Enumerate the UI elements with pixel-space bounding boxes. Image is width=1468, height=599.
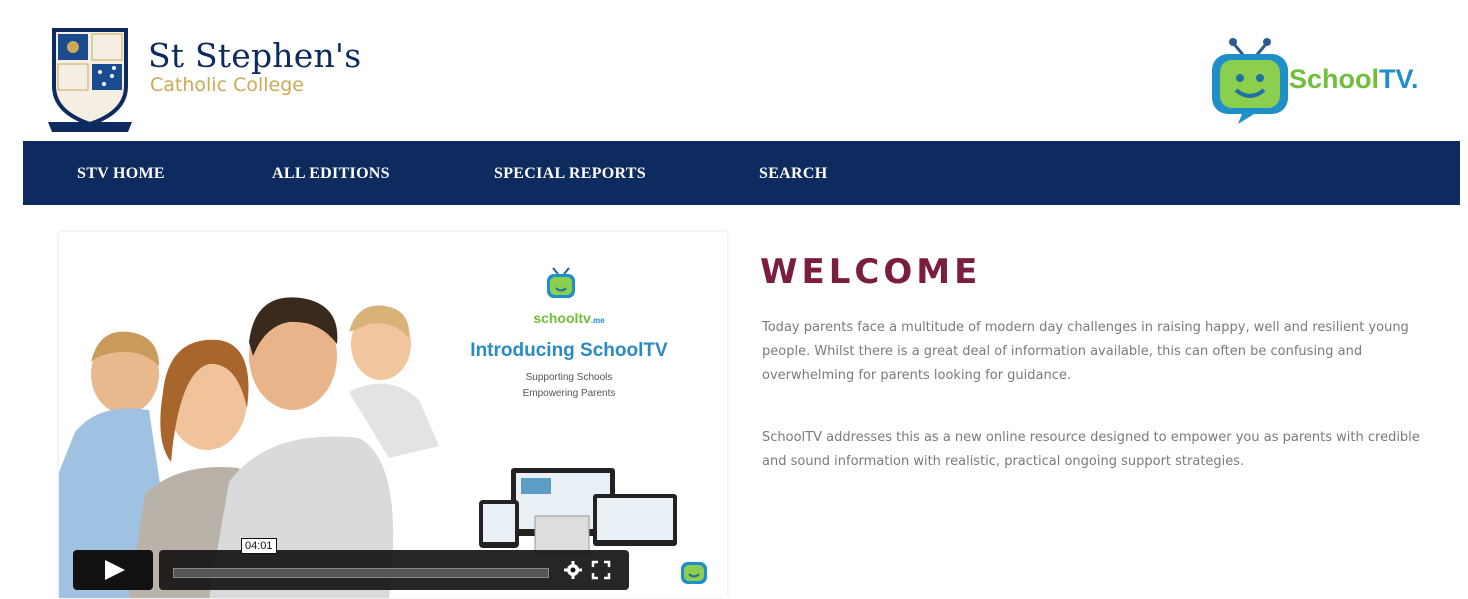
site-header: St Stephen's Catholic College SchoolTV. [0, 0, 1468, 140]
school-name-line1: St Stephen's [148, 36, 362, 75]
promo-text: schooltv.me Introducing SchoolTV Support… [439, 262, 699, 402]
fullscreen-icon[interactable] [591, 560, 611, 580]
video-player[interactable]: schooltv.me Introducing SchoolTV Support… [59, 232, 727, 598]
welcome-title: WELCOME [760, 252, 982, 292]
promo-tagline: Supporting Schools Empowering Parents [439, 370, 699, 402]
tv-mascot-badge-icon [681, 562, 707, 584]
school-crest-icon[interactable] [44, 24, 136, 136]
play-icon [105, 560, 125, 580]
nav-stv-home[interactable]: STV HOME [77, 141, 165, 207]
promo-brand: schooltv.me [439, 310, 699, 326]
welcome-paragraph-2: SchoolTV addresses this as a new online … [762, 430, 1420, 469]
video-controls: 04:01 [73, 538, 629, 590]
gear-icon[interactable] [563, 560, 583, 580]
welcome-paragraph-1: Today parents face a multitude of modern… [762, 320, 1409, 383]
schooltv-logo-part-b: TV. [1379, 64, 1419, 94]
schooltv-logo-text[interactable]: SchoolTV. [1289, 64, 1419, 95]
school-name-line2: Catholic College [150, 74, 304, 96]
school-name[interactable]: St Stephen's Catholic College [148, 36, 362, 97]
nav-all-editions[interactable]: ALL EDITIONS [272, 141, 390, 207]
schooltv-logo-part-a: School [1289, 64, 1380, 94]
promo-brand-name: schooltv [533, 310, 591, 326]
promo-brand-suffix: .me [590, 316, 605, 325]
progress-track[interactable] [173, 568, 549, 578]
promo-line-1: Supporting Schools [525, 372, 613, 383]
promo-line-2: Empowering Parents [522, 388, 616, 399]
control-bar: 04:01 [159, 538, 629, 590]
nav-special-reports[interactable]: SPECIAL REPORTS [494, 141, 646, 207]
nav-search[interactable]: SEARCH [759, 141, 827, 207]
play-button[interactable] [73, 550, 153, 590]
promo-headline: Introducing SchoolTV [470, 340, 668, 361]
main-nav: STV HOME ALL EDITIONS SPECIAL REPORTS SE… [23, 141, 1460, 205]
video-duration: 04:01 [241, 538, 277, 554]
